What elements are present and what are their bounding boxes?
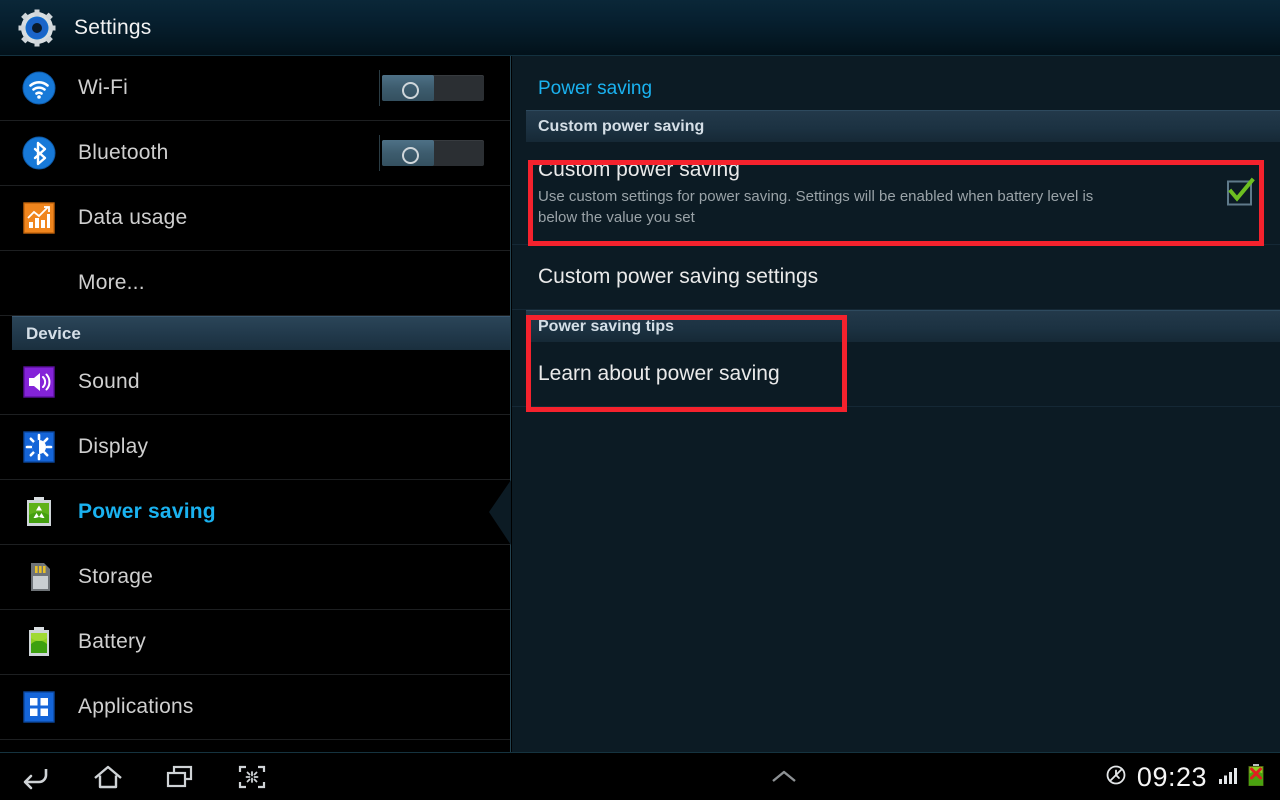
- display-brightness-icon: [22, 430, 56, 464]
- bluetooth-icon: [22, 136, 56, 170]
- toggle-divider: [379, 70, 380, 106]
- toggle-divider: [379, 135, 380, 171]
- section-label: Power saving tips: [538, 317, 675, 335]
- learn-about-power-saving-label: Learn about power saving: [538, 362, 780, 385]
- selection-indicator: [489, 480, 511, 545]
- sidebar-item-label: Sound: [78, 370, 140, 393]
- mute-icon: [1105, 764, 1127, 791]
- sidebar-item-storage[interactable]: Storage: [0, 545, 510, 610]
- sidebar-item-bluetooth[interactable]: Bluetooth: [0, 121, 510, 186]
- sidebar-item-label: Display: [78, 435, 149, 458]
- settings-gear-icon: [18, 9, 56, 47]
- sidebar-item-label: Storage: [78, 565, 153, 588]
- data-usage-icon: [22, 201, 56, 235]
- page-title: Settings: [74, 15, 152, 39]
- sound-speaker-icon: [22, 365, 56, 399]
- bluetooth-toggle[interactable]: [382, 140, 484, 166]
- applications-grid-icon: [22, 690, 56, 724]
- sidebar-item-more[interactable]: More...: [0, 251, 510, 316]
- panel-section-custom-power-saving: Custom power saving: [526, 110, 1280, 142]
- sidebar-item-display[interactable]: Display: [0, 415, 510, 480]
- sidebar-section-device: Device: [12, 316, 510, 350]
- sidebar-item-label: Data usage: [78, 206, 188, 229]
- recent-apps-icon[interactable]: [144, 753, 216, 800]
- custom-power-saving-title: Custom power saving: [538, 158, 740, 181]
- screen-capture-icon[interactable]: [216, 753, 288, 800]
- signal-bars-icon: [1217, 764, 1239, 791]
- sidebar-item-wifi[interactable]: Wi-Fi: [0, 56, 510, 121]
- wifi-icon: [22, 71, 56, 105]
- system-navigation-bar: 09:23: [0, 752, 1280, 800]
- status-clock: 09:23: [1136, 761, 1207, 792]
- section-label: Device: [26, 323, 81, 343]
- battery-icon: [22, 625, 56, 659]
- back-icon[interactable]: [0, 753, 72, 800]
- custom-power-saving-row[interactable]: Custom power saving Use custom settings …: [512, 142, 1280, 245]
- sd-card-icon: [22, 560, 56, 594]
- panel-title: Power saving: [538, 78, 653, 99]
- power-saving-recycle-battery-icon: [22, 495, 56, 529]
- sidebar-item-sound[interactable]: Sound: [0, 350, 510, 415]
- settings-sidebar: Wi-Fi Bluetooth Data usage More... Devic…: [0, 56, 511, 752]
- wifi-toggle[interactable]: [382, 75, 484, 101]
- sidebar-item-label: Applications: [78, 695, 194, 718]
- panel-section-power-saving-tips: Power saving tips: [526, 310, 1280, 342]
- status-area[interactable]: 09:23: [1105, 753, 1266, 800]
- custom-power-saving-settings-label: Custom power saving settings: [538, 265, 819, 288]
- sidebar-item-label: Battery: [78, 630, 146, 653]
- custom-power-saving-settings-row[interactable]: Custom power saving settings: [512, 245, 1280, 310]
- custom-power-saving-summary: Use custom settings for power saving. Se…: [538, 188, 1094, 226]
- home-icon[interactable]: [72, 753, 144, 800]
- sidebar-item-label: Bluetooth: [78, 141, 169, 164]
- sidebar-item-label: Wi-Fi: [78, 76, 128, 99]
- sidebar-item-applications[interactable]: Applications: [0, 675, 510, 740]
- learn-about-power-saving-row[interactable]: Learn about power saving: [512, 342, 1280, 407]
- sidebar-item-label: More...: [78, 271, 145, 294]
- battery-error-icon: [1246, 763, 1266, 792]
- power-saving-panel: Power saving Custom power saving Custom …: [512, 56, 1280, 752]
- sidebar-item-label: Power saving: [78, 500, 216, 523]
- sidebar-item-data-usage[interactable]: Data usage: [0, 186, 510, 251]
- chevron-up-icon[interactable]: [748, 753, 820, 800]
- sidebar-item-battery[interactable]: Battery: [0, 610, 510, 675]
- sidebar-item-power-saving[interactable]: Power saving: [0, 480, 511, 545]
- checkbox-checked-icon[interactable]: [1227, 177, 1255, 206]
- app-header: Settings: [0, 0, 1280, 56]
- section-label: Custom power saving: [538, 117, 705, 135]
- settings-screen: Settings Wi-Fi Bluetooth Data usage More…: [0, 0, 1280, 800]
